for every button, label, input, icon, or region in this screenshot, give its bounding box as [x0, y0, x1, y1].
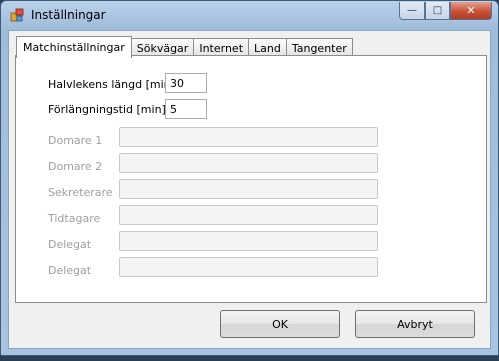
close-button[interactable]: ✕ [450, 2, 492, 20]
half-length-input[interactable] [165, 73, 207, 93]
half-length-label: Halvlekens längd [min] [48, 78, 175, 91]
app-icon [10, 8, 24, 22]
minimize-button[interactable]: — [399, 2, 425, 20]
settings-window: Inställningar — □ ✕ Matchinställningar S… [0, 0, 499, 356]
delegate1-label: Delegat [48, 238, 92, 251]
tab-panel: Halvlekens längd [min] Förlängningstid [… [15, 55, 487, 303]
timekeeper-input[interactable] [119, 205, 378, 225]
delegate2-input[interactable] [119, 257, 378, 277]
ok-button[interactable]: OK [220, 310, 340, 338]
overtime-input[interactable] [165, 99, 207, 119]
maximize-button[interactable]: □ [425, 2, 450, 20]
tab-strip: Matchinställningar Sökvägar Internet Lan… [16, 36, 353, 58]
dialog-client-area: Matchinställningar Sökvägar Internet Lan… [8, 30, 491, 349]
referee1-label: Domare 1 [48, 134, 103, 147]
referee2-input[interactable] [119, 153, 378, 173]
referee2-label: Domare 2 [48, 160, 103, 173]
tab-match-settings[interactable]: Matchinställningar [16, 36, 132, 58]
maximize-icon: □ [432, 5, 443, 16]
cancel-button[interactable]: Avbryt [355, 310, 475, 338]
window-title: Inställningar [31, 8, 106, 22]
timekeeper-label: Tidtagare [48, 212, 101, 225]
secretary-label: Sekreterare [48, 186, 113, 199]
delegate1-input[interactable] [119, 231, 378, 251]
minimize-icon: — [407, 5, 417, 16]
referee1-input[interactable] [119, 127, 378, 147]
overtime-label: Förlängningstid [min] [48, 103, 166, 116]
delegate2-label: Delegat [48, 264, 92, 277]
secretary-input[interactable] [119, 179, 378, 199]
close-icon: ✕ [466, 4, 476, 17]
title-bar[interactable]: Inställningar — □ ✕ [1, 1, 498, 31]
